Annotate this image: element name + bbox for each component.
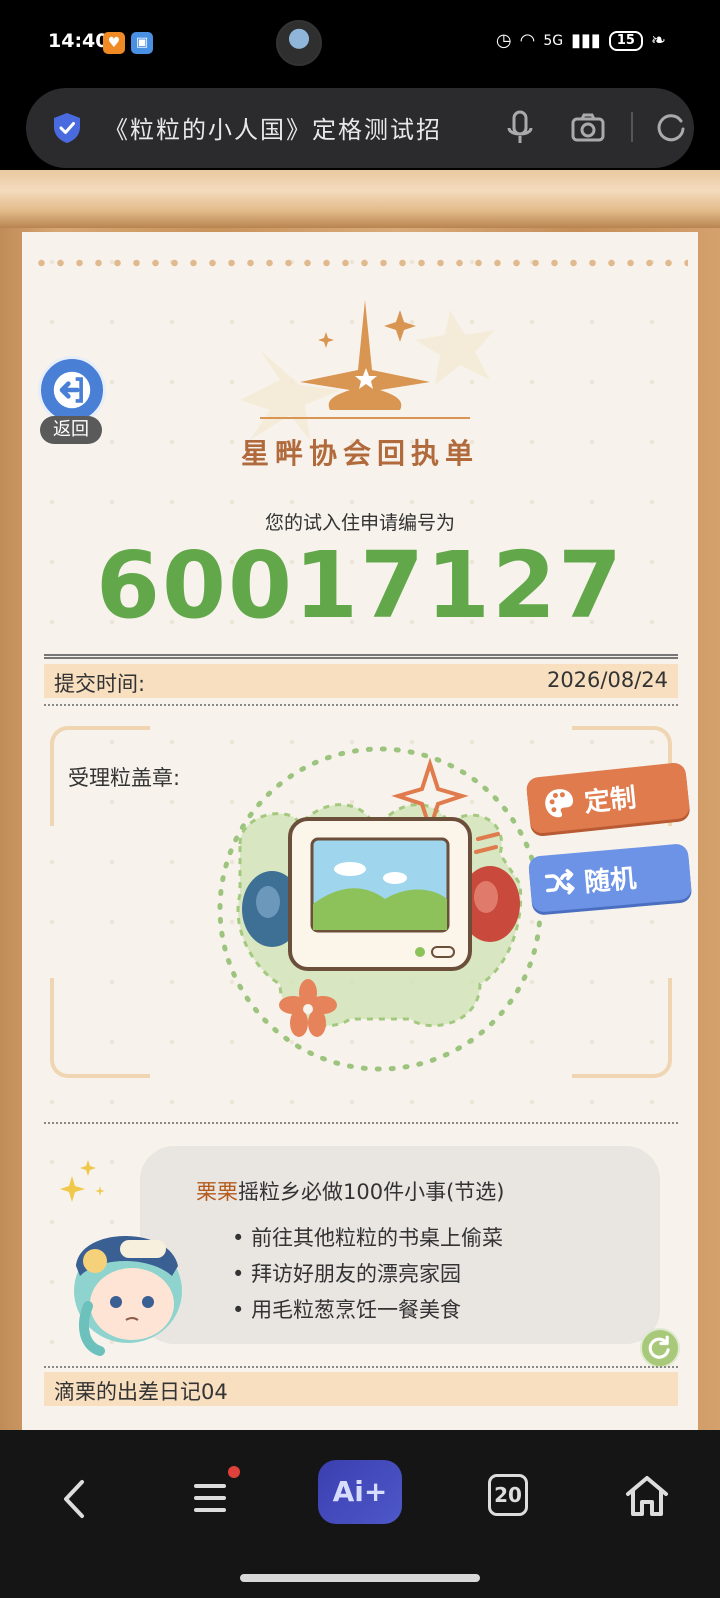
reload-icon[interactable] xyxy=(654,110,688,144)
signal-icon: ▮▮▮ xyxy=(571,30,601,51)
todo-title: 栗栗摇粒乡必做100件小事(节选) xyxy=(196,1176,504,1206)
status-time: 14:40 xyxy=(48,30,109,52)
leaf-icon: ❧ xyxy=(650,30,666,51)
stamp-label: 受理粒盖章: xyxy=(68,766,181,790)
browser-bottom-nav: Ai+ 20 xyxy=(0,1430,720,1598)
wallet-app-icon: ▣ xyxy=(131,32,153,54)
star-association-logo xyxy=(240,300,495,440)
scroll-rod xyxy=(0,170,720,228)
search-bar-divider xyxy=(631,112,633,142)
heart-app-icon: ♥ xyxy=(103,32,125,54)
status-bar: 14:40 ♥ ▣ ◷ ◠ 5G ▮▮▮ 15 ❧ xyxy=(0,0,720,86)
double-divider xyxy=(44,654,678,659)
logo-title: 星畔协会回执单 xyxy=(240,437,479,470)
back-arrow-icon[interactable] xyxy=(38,356,106,424)
web-page: 返回 星畔协会回执单 您的试入住申请编号为 60017127 提交时间: 202… xyxy=(0,170,720,1430)
custom-button-label[interactable]: 定制 xyxy=(582,777,638,819)
todo-item: 前往其他粒粒的书桌上偷菜 xyxy=(232,1220,503,1256)
todo-item: 用毛粒葱烹饪一餐美食 xyxy=(232,1292,503,1328)
alarm-icon: ◷ xyxy=(495,30,512,51)
chibi-character-avatar xyxy=(60,1160,182,1356)
wifi-icon: ◠ xyxy=(519,30,536,51)
shield-icon xyxy=(54,113,80,143)
home-icon[interactable] xyxy=(622,1472,672,1520)
todo-title-text: 摇粒乡必做100件小事(节选) xyxy=(238,1180,505,1204)
camera-icon[interactable] xyxy=(570,110,606,146)
diary-title[interactable]: 滴栗的出差日记04 xyxy=(54,1376,228,1406)
frame-corner xyxy=(572,978,672,1078)
search-query-text[interactable]: 《粒粒的小人国》定格测试招 xyxy=(104,110,442,145)
ai-assistant-button[interactable]: Ai+ xyxy=(318,1460,402,1524)
palette-icon xyxy=(545,789,574,818)
home-indicator[interactable] xyxy=(240,1574,480,1582)
todo-character-name: 栗栗 xyxy=(196,1180,238,1204)
application-number-label: 您的试入住申请编号为 xyxy=(264,512,455,534)
submit-time-row: 提交时间: 2026/08/24 xyxy=(44,664,678,698)
battery-level: 15 xyxy=(608,31,643,51)
frame-corner xyxy=(50,978,150,1078)
back-icon[interactable] xyxy=(52,1474,96,1524)
shuffle-icon xyxy=(544,868,575,895)
diary-section-header[interactable]: 滴栗的出差日记04 xyxy=(44,1372,678,1406)
dotted-divider xyxy=(44,1366,678,1368)
todo-item: 拜访好朋友的漂亮家园 xyxy=(232,1256,503,1292)
tabs-button[interactable]: 20 xyxy=(488,1474,528,1516)
floating-avatar[interactable] xyxy=(276,20,322,66)
microphone-icon[interactable] xyxy=(500,108,540,148)
dotted-divider xyxy=(44,704,678,706)
refresh-icon[interactable] xyxy=(640,1328,680,1368)
todo-list: 前往其他粒粒的书桌上偷菜 拜访好朋友的漂亮家园 用毛粒葱烹饪一餐美食 xyxy=(232,1220,503,1328)
submit-time-value: 2026/08/24 xyxy=(546,668,668,692)
menu-icon[interactable] xyxy=(190,1476,230,1520)
perforation-dots xyxy=(32,258,688,268)
back-button-label[interactable]: 返回 xyxy=(40,416,102,444)
notification-dot xyxy=(228,1466,240,1478)
application-number: 60017127 xyxy=(95,532,625,639)
stamp-image-placeholder[interactable] xyxy=(180,734,580,1074)
status-indicators: ◷ ◠ 5G ▮▮▮ 15 ❧ xyxy=(496,30,666,52)
network-type: 5G xyxy=(543,33,564,49)
random-button-label[interactable]: 随机 xyxy=(582,857,637,898)
search-bar[interactable]: 《粒粒的小人国》定格测试招 xyxy=(26,88,694,168)
submit-time-label: 提交时间: xyxy=(54,672,146,696)
dotted-divider xyxy=(44,1122,678,1124)
todo-card: 栗栗摇粒乡必做100件小事(节选) 前往其他粒粒的书桌上偷菜 拜访好朋友的漂亮家… xyxy=(140,1146,660,1344)
